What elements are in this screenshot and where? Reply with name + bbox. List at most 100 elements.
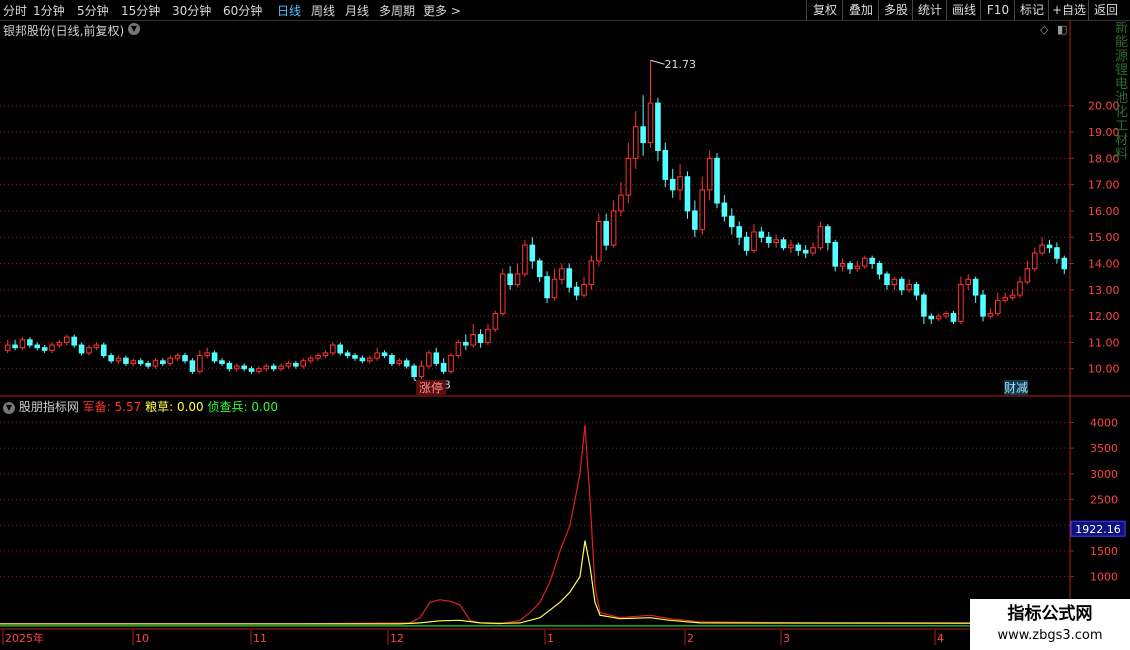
candle-body — [536, 260, 543, 278]
multi-stock-button[interactable]: 多股 — [878, 0, 913, 20]
candle-body — [714, 157, 720, 204]
candle-body — [12, 344, 18, 349]
indicator-liangcao-value: 0.00 — [176, 400, 204, 414]
candle-body — [1039, 244, 1045, 254]
candle-body — [662, 149, 669, 180]
candle-body — [669, 178, 676, 191]
indicator-tick-label: 1500 — [1090, 545, 1118, 558]
candle-body — [1002, 297, 1008, 301]
period-tab-60min[interactable]: 60分钟 — [223, 2, 262, 19]
candle-body — [1024, 268, 1031, 283]
f10-button[interactable]: F10 — [980, 0, 1015, 20]
restore-rights-button[interactable]: 复权 — [806, 0, 843, 20]
candle-body — [366, 357, 373, 362]
candle-body — [440, 362, 447, 372]
candle-body — [647, 102, 654, 144]
candle-body — [64, 336, 70, 343]
candle-body — [499, 273, 506, 314]
candle-body — [300, 360, 307, 367]
chevron-down-icon[interactable]: ▼ — [3, 402, 15, 414]
time-axis-label: 1 — [547, 632, 554, 645]
diamond-icon[interactable]: ◇ — [1040, 23, 1048, 36]
candle-body — [137, 360, 144, 364]
candle-body — [854, 265, 861, 270]
candle-body — [182, 355, 188, 362]
candle-body — [559, 268, 565, 280]
add-favorite-button[interactable]: +自选 — [1048, 0, 1089, 20]
period-tab-more[interactable]: 更多 > — [423, 2, 461, 19]
back-button[interactable]: 返回 — [1088, 0, 1123, 20]
period-tab-weekly[interactable]: 周线 — [311, 2, 335, 19]
statistics-button[interactable]: 统计 — [912, 0, 947, 20]
candle-body — [507, 273, 513, 286]
candle-body — [197, 355, 203, 372]
candle-body — [596, 220, 602, 262]
indicator-junbei-label: 军备: — [82, 400, 115, 414]
candle-body — [470, 334, 476, 346]
kline-chart[interactable]: 10.0011.0012.0013.0014.0015.0016.0017.00… — [0, 20, 1130, 650]
candle-body — [359, 357, 366, 362]
candle-body — [226, 362, 233, 370]
period-tab-intraday[interactable]: 分时 — [3, 2, 27, 19]
candle-body — [403, 360, 410, 367]
candle-body — [293, 362, 299, 367]
chevron-down-icon[interactable]: ▼ — [128, 23, 140, 35]
candle-body — [1017, 281, 1023, 296]
candle-body — [736, 226, 742, 238]
candle-body — [921, 294, 927, 317]
draw-line-button[interactable]: 画线 — [946, 0, 981, 20]
candle-body — [810, 247, 816, 254]
earnings-marker: 财减 — [1004, 381, 1028, 395]
candle-body — [27, 339, 33, 346]
period-tab-30min[interactable]: 30分钟 — [172, 2, 211, 19]
candle-body — [913, 284, 920, 296]
candle-body — [788, 244, 794, 249]
candle-body — [817, 226, 824, 249]
candle-body — [1061, 257, 1068, 270]
candle-body — [588, 260, 595, 286]
candle-body — [418, 365, 425, 378]
candle-body — [485, 328, 491, 343]
time-axis-label: 2025年 — [5, 631, 44, 645]
candle-body — [891, 278, 898, 286]
candle-body — [1046, 244, 1053, 249]
period-tab-daily[interactable]: 日线 — [277, 2, 301, 19]
candle-body — [965, 278, 972, 286]
period-tab-1min[interactable]: 1分钟 — [33, 2, 65, 19]
period-tab-5min[interactable]: 5分钟 — [77, 2, 109, 19]
candle-body — [337, 344, 343, 354]
time-axis-label: 12 — [390, 632, 404, 645]
watermark-title: 指标公式网 — [1007, 604, 1093, 624]
candle-body — [455, 341, 462, 357]
candle-body — [603, 220, 609, 246]
stock-title: 银邦股份(日线,前复权) — [3, 24, 125, 38]
limit-up-marker: 涨停 — [419, 380, 443, 395]
indicator-liangcao-label: 粮草: — [145, 400, 177, 414]
candle-body — [765, 236, 772, 243]
panel-toggle-icon[interactable]: ◧ — [1057, 23, 1067, 36]
candle-body — [34, 344, 41, 349]
time-axis-label: 2 — [687, 632, 694, 645]
candle-body — [219, 360, 225, 364]
candle-body — [344, 352, 351, 357]
mark-button[interactable]: 标记 — [1014, 0, 1049, 20]
overlay-button[interactable]: 叠加 — [842, 0, 879, 20]
candle-body — [995, 299, 1001, 314]
candle-body — [130, 360, 137, 364]
candle-body — [315, 355, 321, 359]
candle-body — [492, 312, 499, 330]
candle-body — [448, 355, 454, 372]
candle-body — [78, 344, 85, 354]
candle-body — [906, 284, 912, 291]
candle-body — [86, 347, 92, 354]
candle-body — [544, 276, 550, 299]
candle-body — [928, 315, 935, 320]
period-tab-multi[interactable]: 多周期 — [379, 2, 415, 19]
time-axis-label: 3 — [783, 632, 790, 645]
period-tab-monthly[interactable]: 月线 — [345, 2, 369, 19]
period-tab-15min[interactable]: 15分钟 — [121, 2, 160, 19]
candle-body — [160, 360, 166, 364]
candle-body — [758, 231, 765, 238]
candle-body — [189, 360, 196, 372]
candle-body — [566, 268, 573, 288]
